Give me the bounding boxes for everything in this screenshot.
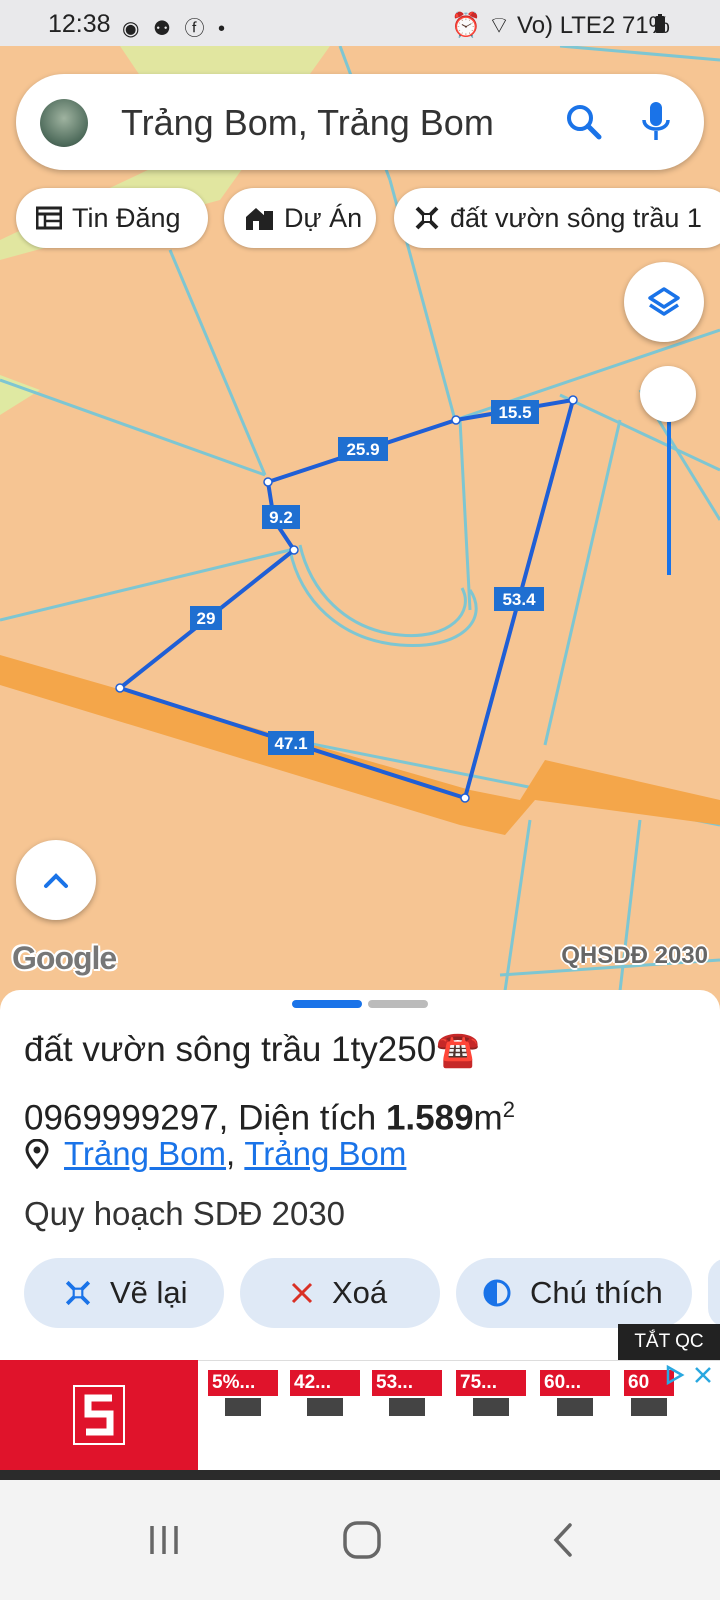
- ad-product-1[interactable]: 5%...: [208, 1370, 278, 1428]
- status-time: 12:38: [48, 10, 111, 38]
- phone-icon: [225, 1398, 261, 1416]
- ad-product-5[interactable]: 60...: [540, 1370, 610, 1428]
- close-icon: [291, 1282, 313, 1304]
- listing-phone[interactable]: 0969999297: [24, 1099, 219, 1138]
- svg-text:47.1: 47.1: [274, 734, 307, 753]
- home-icon[interactable]: [342, 1520, 382, 1560]
- location-separator: ,: [226, 1135, 245, 1172]
- sheet-page-indicator-active: [292, 1000, 362, 1008]
- back-icon[interactable]: [550, 1522, 576, 1558]
- ad-product-3[interactable]: 53...: [372, 1370, 442, 1428]
- location-row: Trảng Bom, Trảng Bom: [24, 1135, 406, 1173]
- adchoices-icon[interactable]: [664, 1364, 686, 1386]
- ad-product-2[interactable]: 42...: [290, 1370, 360, 1428]
- location-link-province[interactable]: Trảng Bom: [244, 1135, 406, 1173]
- ruler-icon: [65, 1280, 91, 1306]
- svg-text:9.2: 9.2: [269, 508, 293, 527]
- more-actions-button[interactable]: [708, 1258, 720, 1328]
- area-value: 1.589: [385, 1098, 474, 1138]
- building-icon: [246, 208, 273, 230]
- planning-label: Quy hoạch SDĐ 2030: [24, 1195, 346, 1232]
- ad-brand-panel[interactable]: [0, 1360, 198, 1470]
- chip-projects[interactable]: Dự Án: [224, 188, 376, 248]
- brand-logo-icon: [73, 1385, 125, 1445]
- google-logo: Google: [12, 940, 117, 976]
- segment-label-1: 15.5: [491, 400, 539, 424]
- listing-title-text: đất vườn sông trầu 1ty250☎️: [24, 1030, 480, 1069]
- listing-title: đất vườn sông trầu 1ty250☎️ 0969999297, D…: [24, 1020, 704, 1149]
- battery-icon: [655, 14, 665, 33]
- chip-label: đất vườn sông trầu 1: [450, 202, 702, 233]
- svg-text:15.5: 15.5: [498, 403, 531, 422]
- redraw-label: Vẽ lại: [110, 1275, 188, 1310]
- search-icon[interactable]: [564, 102, 604, 142]
- area-label: , Diện tích: [218, 1098, 386, 1138]
- delete-label: Xoá: [332, 1275, 388, 1310]
- location-pin-icon: [25, 1139, 49, 1169]
- avatar[interactable]: [40, 99, 88, 147]
- phone-icon: [473, 1398, 509, 1416]
- chip-listings[interactable]: Tin Đăng: [16, 188, 208, 248]
- redraw-button[interactable]: Vẽ lại: [24, 1258, 224, 1328]
- microphone-icon[interactable]: [640, 100, 672, 144]
- status-right: ⏰ ⌔ Vo) LTE2 71%: [451, 12, 670, 39]
- chip-active-parcel[interactable]: đất vườn sông trầu 1: [394, 188, 720, 248]
- recent-apps-icon[interactable]: [146, 1522, 182, 1558]
- phone-icon: [307, 1398, 343, 1416]
- svg-text:29: 29: [197, 609, 216, 628]
- area-unit: m: [473, 1098, 503, 1138]
- status-bar: 12:38 ◉ ⚉ ⓕ • ⏰ ⌔ Vo) LTE2 71%: [0, 0, 720, 46]
- sheet-page-indicator: [368, 1000, 428, 1008]
- system-nav-bar: [0, 1470, 720, 1600]
- phone-icon: [557, 1398, 593, 1416]
- segment-label-3: 9.2: [262, 505, 300, 529]
- phone-icon: [389, 1398, 425, 1416]
- search-query[interactable]: Trảng Bom, Trảng Bom: [121, 102, 494, 144]
- segment-label-5: 53.4: [494, 587, 544, 611]
- ruler-icon: [415, 206, 439, 230]
- ad-close-button[interactable]: TẮT QC: [618, 1324, 720, 1360]
- svg-text:25.9: 25.9: [346, 440, 379, 459]
- segment-label-6: 47.1: [268, 731, 314, 755]
- legend-button[interactable]: Chú thích: [456, 1258, 692, 1328]
- contrast-icon: [483, 1279, 511, 1307]
- ad-product-4[interactable]: 75...: [456, 1370, 526, 1428]
- chip-label: Tin Đăng: [72, 202, 181, 233]
- ad-dismiss-icon[interactable]: [694, 1366, 712, 1384]
- zoom-slider-thumb[interactable]: [640, 366, 696, 422]
- segment-label-2: 25.9: [338, 437, 388, 461]
- chevron-up-icon: [44, 873, 68, 888]
- svg-text:53.4: 53.4: [502, 590, 536, 609]
- layers-icon: [648, 287, 680, 316]
- delete-button[interactable]: Xoá: [240, 1258, 440, 1328]
- area-exponent: 2: [502, 1097, 515, 1122]
- listing-icon: [36, 206, 62, 230]
- map-layer-label: QHSDĐ 2030: [561, 942, 708, 969]
- expand-sheet-button[interactable]: [16, 840, 96, 920]
- segment-label-4: 29: [190, 606, 222, 630]
- layers-button[interactable]: [624, 262, 704, 342]
- location-link-district[interactable]: Trảng Bom: [64, 1135, 226, 1173]
- zoom-slider-track[interactable]: [667, 395, 671, 575]
- notification-icons: ◉ ⚉ ⓕ •: [122, 18, 230, 40]
- chip-label: Dự Án: [284, 202, 363, 233]
- phone-icon: [631, 1398, 667, 1416]
- legend-label: Chú thích: [530, 1275, 663, 1310]
